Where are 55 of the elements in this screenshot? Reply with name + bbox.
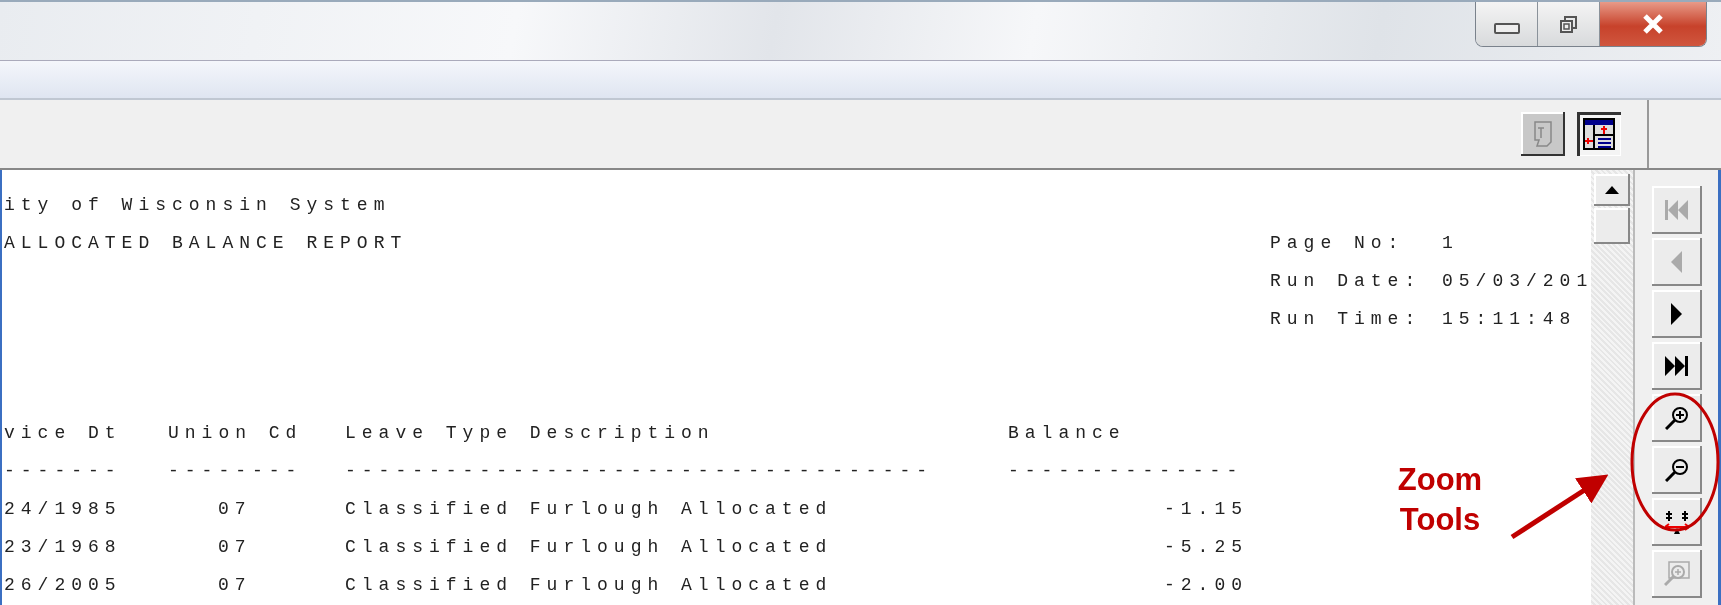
table-cell: 07 [218,537,252,557]
navigation-button[interactable] [1651,290,1702,338]
layout-icon [1582,117,1616,151]
zoom-out-icon [1665,458,1688,482]
layout-button[interactable] [1577,112,1621,156]
column-rule: -------------- [1008,461,1244,481]
vertical-scrollbar[interactable] [1591,170,1633,605]
table-cell: Classified Furlough Allocated [345,575,833,595]
minimize-button[interactable] [1476,2,1538,46]
table-cell: -1.15 [1164,499,1248,519]
report-title: ity of Wisconsin System [4,194,392,217]
table-cell: 26/2005 [4,575,122,595]
report-title: ALLOCATED BALANCE REPORT [4,232,409,255]
navigation-button[interactable] [1651,446,1702,494]
column-rule: ----------------------------------- [345,461,934,481]
navigation-button[interactable] [1651,394,1702,442]
table-cell: Classified Furlough Allocated [345,537,833,557]
restore-button[interactable] [1538,2,1600,46]
column-header: vice Dt [4,423,122,443]
column-rule: ------- [4,461,122,481]
table-cell: -2.00 [1164,575,1248,595]
info-value: 15:11:48 [1442,309,1577,329]
restore-icon [1560,15,1577,33]
notes-icon [1534,121,1552,147]
column-header: Balance [1008,423,1126,443]
table-cell: Classified Furlough Allocated [345,499,833,519]
minimize-icon [1493,22,1520,34]
zoom-box-icon [1663,561,1690,587]
table-cell: 23/1968 [4,537,122,557]
scroll-up-button[interactable] [1594,174,1630,206]
up-arrow-icon [1605,186,1619,194]
navigation-button[interactable] [1651,498,1702,546]
info-value: 1 [1442,233,1459,253]
scroll-thumb[interactable] [1594,208,1630,244]
previous-page-icon [1671,251,1682,273]
column-header: Union Cd [168,423,303,443]
info-value: 05/03/201 [1442,271,1591,291]
last-page-icon [1665,356,1688,376]
first-page-icon [1665,200,1688,220]
column-header: Leave Type Description [345,423,715,443]
navigation-button[interactable] [1651,342,1702,390]
info-label: Page No: [1270,232,1406,255]
table-cell: -5.25 [1164,537,1248,557]
callout-label: Zoom Tools [1396,461,1484,539]
table-cell: 07 [218,499,252,519]
info-label: Run Date: [1270,270,1423,293]
fit-width-icon [1664,510,1689,534]
zoom-in-icon [1665,406,1688,430]
column-rule: -------- [168,461,303,481]
info-label: Run Time: [1270,308,1423,331]
next-page-icon [1671,303,1682,325]
close-icon [1643,14,1663,34]
close-button[interactable] [1600,2,1706,46]
table-cell: 07 [218,575,252,595]
table-cell: 24/1985 [4,499,122,519]
